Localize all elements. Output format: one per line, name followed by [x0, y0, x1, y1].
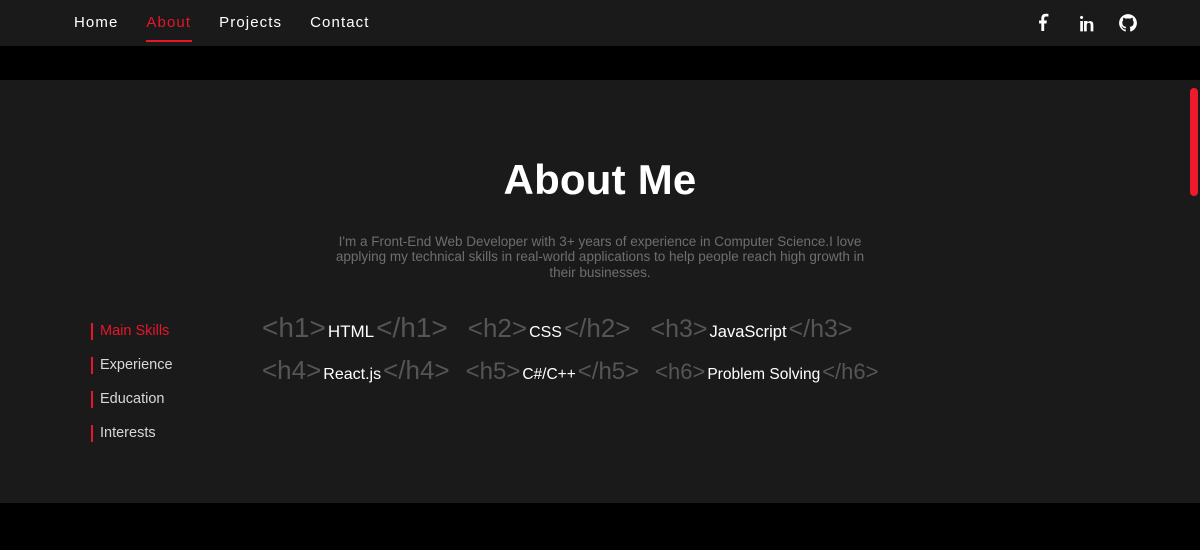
linkedin-icon[interactable]: [1076, 13, 1096, 33]
skill-name: JavaScript: [709, 323, 787, 341]
skill-close-tag: </h3>: [788, 315, 853, 343]
skill-name: Problem Solving: [707, 366, 821, 383]
skill-open-tag: <h3>: [650, 315, 708, 343]
tab-marker-icon: [91, 356, 93, 374]
skill-close-tag: </h6>: [822, 359, 879, 384]
tab-interests[interactable]: Interests: [91, 416, 261, 450]
tab-marker-icon: [91, 424, 93, 442]
page-bottom-band: [0, 503, 1200, 550]
skill-item-javascript: <h3> JavaScript </h3>: [651, 315, 853, 344]
skill-item-problem-solving: <h6> Problem Solving </h6>: [655, 359, 878, 385]
github-icon[interactable]: [1118, 13, 1138, 33]
nav-link-about[interactable]: About: [132, 12, 205, 42]
social-links: [1034, 0, 1138, 46]
facebook-icon[interactable]: [1034, 13, 1054, 33]
tab-interests-label: Interests: [100, 425, 156, 441]
page-scrollbar-thumb[interactable]: [1190, 88, 1198, 196]
nav-link-about-label: About: [146, 14, 192, 31]
primary-navigation: Home About Projects Contact: [60, 12, 384, 42]
top-navbar: Home About Projects Contact: [0, 0, 1200, 46]
nav-link-projects[interactable]: Projects: [205, 12, 296, 34]
skill-name: React.js: [323, 366, 382, 383]
skills-row: <h1> HTML </h1> <h2> CSS </h2> <h3> Java…: [262, 312, 1002, 355]
skill-open-tag: <h5>: [465, 358, 521, 385]
skill-close-tag: </h2>: [563, 313, 631, 343]
skill-open-tag: <h6>: [655, 359, 706, 384]
tab-experience[interactable]: Experience: [91, 348, 261, 382]
nav-link-home[interactable]: Home: [60, 12, 132, 34]
skill-open-tag: <h2>: [467, 313, 528, 343]
about-tab-list: Main Skills Experience Education Interes…: [91, 314, 261, 450]
skill-close-tag: </h4>: [383, 355, 450, 385]
skill-item-reactjs: <h4> React.js </h4>: [262, 355, 450, 386]
page-title: About Me: [503, 156, 697, 204]
skill-item-html: <h1> HTML </h1>: [262, 312, 448, 344]
skill-name: C#/C++: [522, 366, 576, 383]
nav-link-projects-label: Projects: [219, 14, 283, 31]
skill-name: CSS: [529, 324, 562, 341]
about-section: About Me I'm a Front-End Web Developer w…: [0, 80, 1200, 503]
tab-main-skills-label: Main Skills: [100, 323, 170, 339]
nav-link-contact[interactable]: Contact: [296, 12, 383, 34]
tab-marker-icon: [91, 322, 93, 340]
skill-close-tag: </h5>: [577, 358, 640, 385]
skill-name: HTML: [327, 322, 375, 341]
skills-panel: <h1> HTML </h1> <h2> CSS </h2> <h3> Java…: [262, 312, 1002, 398]
skill-open-tag: <h1>: [262, 312, 326, 343]
about-intro-paragraph: I'm a Front-End Web Developer with 3+ ye…: [335, 233, 865, 280]
tab-experience-label: Experience: [100, 357, 173, 373]
section-divider-band: [0, 46, 1200, 80]
skill-open-tag: <h4>: [262, 355, 322, 385]
tab-marker-icon: [91, 390, 93, 408]
skills-row: <h4> React.js </h4> <h5> C#/C++ </h5> <h…: [262, 355, 1002, 398]
skill-close-tag: </h1>: [376, 312, 448, 343]
skill-item-css: <h2> CSS </h2>: [468, 313, 631, 344]
nav-link-home-label: Home: [74, 14, 119, 31]
tab-education[interactable]: Education: [91, 382, 261, 416]
active-nav-underline: [146, 40, 193, 42]
skill-item-csharp-cpp: <h5> C#/C++ </h5>: [466, 358, 640, 386]
nav-link-contact-label: Contact: [310, 14, 370, 31]
tab-main-skills[interactable]: Main Skills: [91, 314, 261, 348]
tab-education-label: Education: [100, 391, 165, 407]
